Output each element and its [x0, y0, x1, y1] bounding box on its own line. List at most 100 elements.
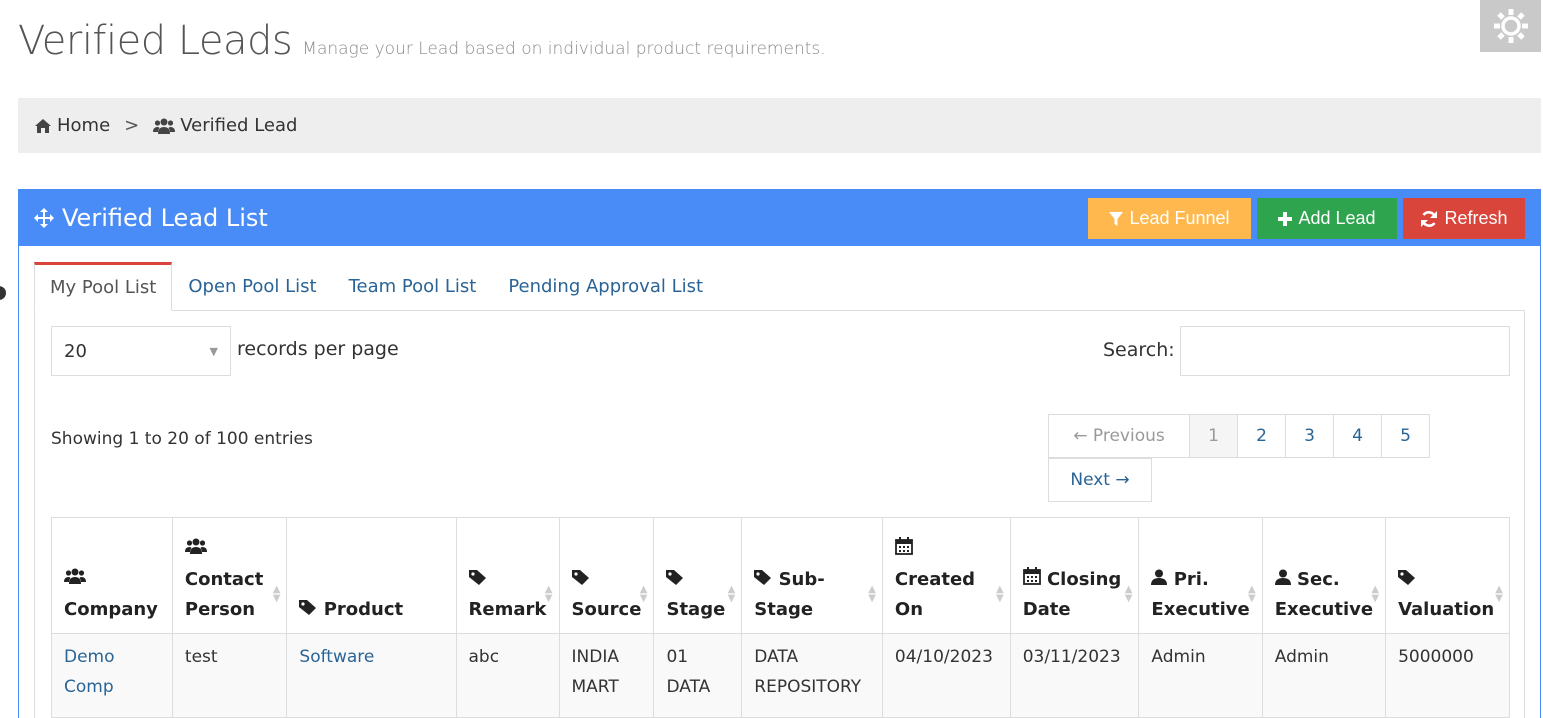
- column-contact-person[interactable]: Contact Person ▲ ▼: [171, 517, 288, 634]
- column-company[interactable]: Company: [51, 517, 173, 634]
- sort-icon: ▲ ▼: [1248, 584, 1256, 604]
- tag-icon: [299, 600, 317, 615]
- records-per-page-label: records per page: [237, 338, 399, 360]
- company-link[interactable]: Demo Comp: [64, 647, 115, 697]
- cell-company[interactable]: Demo Comp: [51, 633, 173, 718]
- breadcrumb-separator: >: [124, 115, 140, 136]
- calendar-icon: [1022, 567, 1041, 585]
- home-icon: [35, 118, 51, 133]
- user-icon: [1151, 569, 1168, 585]
- sort-icon: ▲ ▼: [639, 584, 648, 604]
- breadcrumb-current-label: Verified Lead: [180, 115, 298, 136]
- column-product[interactable]: Product: [286, 517, 457, 634]
- users-icon: [153, 118, 176, 134]
- page-title: Verified Leads: [18, 18, 293, 64]
- table-info: Showing 1 to 20 of 100 entries: [51, 429, 313, 449]
- cell-valuation: 5000000: [1385, 633, 1510, 718]
- column-stage[interactable]: Stage ▲ ▼: [653, 517, 743, 634]
- add-lead-button[interactable]: Add Lead: [1257, 198, 1397, 239]
- column-valuation[interactable]: Valuation ▲ ▼: [1385, 517, 1510, 634]
- search-input[interactable]: [1180, 326, 1510, 376]
- refresh-icon: [1421, 210, 1438, 227]
- calendar-icon: [895, 537, 913, 555]
- page-button-3[interactable]: 3: [1285, 414, 1334, 458]
- users-icon: [184, 538, 207, 554]
- leads-table-wrap: Company Contact Person ▲ ▼ Product Remar…: [51, 517, 1510, 718]
- cell-source: INDIA MART: [558, 633, 655, 718]
- sort-icon: ▲ ▼: [727, 584, 736, 604]
- gear-icon: [1493, 9, 1528, 43]
- lead-funnel-button[interactable]: Lead Funnel: [1088, 198, 1251, 239]
- page-button-1[interactable]: 1: [1189, 414, 1238, 458]
- page-button-5[interactable]: 5: [1381, 414, 1430, 458]
- user-icon: [1274, 569, 1291, 585]
- panel-actions: Lead Funnel Add Lead Refresh: [1088, 198, 1525, 239]
- cell-closing-date: 03/11/2023: [1009, 633, 1140, 718]
- settings-gear-button[interactable]: [1480, 0, 1541, 52]
- tab-pending-approval-list[interactable]: Pending Approval List: [492, 262, 719, 311]
- table-header-row: Company Contact Person ▲ ▼ Product Remar…: [51, 517, 1510, 634]
- previous-page-button[interactable]: ← Previous: [1048, 414, 1190, 458]
- plus-icon: [1278, 211, 1293, 226]
- sort-icon: ▲ ▼: [544, 584, 553, 604]
- sort-icon: ▲ ▼: [1371, 584, 1380, 604]
- column-label: Source: [571, 599, 642, 620]
- tag-icon: [754, 570, 772, 585]
- next-page-button[interactable]: Next →: [1048, 458, 1152, 502]
- sort-icon: ▲ ▼: [1124, 584, 1133, 604]
- chevron-down-icon: ▼: [209, 345, 218, 358]
- cell-remark: abc: [455, 633, 560, 718]
- table-row[interactable]: Demo Comp test Software abc INDIA MART 0…: [51, 633, 1510, 718]
- tag-icon: [468, 570, 486, 585]
- records-per-page-select[interactable]: 20 ▼: [51, 326, 231, 376]
- lead-funnel-label: Lead Funnel: [1129, 208, 1230, 228]
- sort-icon: ▲ ▼: [995, 584, 1004, 604]
- filter-icon: [1109, 211, 1124, 226]
- product-link[interactable]: Software: [299, 647, 374, 667]
- page-subtitle: Manage your Lead based on individual pro…: [302, 39, 826, 59]
- column-label: Valuation: [1398, 599, 1495, 620]
- column-label: Remark: [468, 599, 547, 620]
- tab-my-pool-list[interactable]: My Pool List: [34, 262, 173, 311]
- column-pri-executive[interactable]: Pri. Executive ▲ ▼: [1138, 517, 1263, 634]
- cell-stage: 01 DATA: [653, 633, 743, 718]
- breadcrumb-current: Verified Lead: [153, 115, 297, 136]
- breadcrumb: Home > Verified Lead: [18, 98, 1541, 153]
- side-handle[interactable]: [0, 286, 6, 300]
- column-sub-stage[interactable]: Sub-Stage ▲ ▼: [741, 517, 883, 634]
- column-remark[interactable]: Remark ▲ ▼: [455, 517, 560, 634]
- column-closing-date[interactable]: Closing Date ▲ ▼: [1009, 517, 1140, 634]
- column-sec-executive[interactable]: Sec. Executive ▲ ▼: [1261, 517, 1387, 634]
- verified-lead-panel: Verified Lead List Lead Funnel Add Lead …: [18, 189, 1541, 718]
- column-source[interactable]: Source ▲ ▼: [558, 517, 655, 634]
- column-label: Product: [323, 599, 404, 620]
- pagination: ← Previous 1 2 3 4 5 Next →: [1048, 414, 1508, 502]
- cell-product[interactable]: Software: [286, 633, 457, 718]
- sort-icon: ▲ ▼: [272, 584, 281, 604]
- cell-created-on: 04/10/2023: [881, 633, 1011, 718]
- refresh-button[interactable]: Refresh: [1403, 198, 1525, 239]
- tab-team-pool-list[interactable]: Team Pool List: [333, 262, 493, 311]
- sort-icon: ▲ ▼: [868, 584, 876, 604]
- page-header: Verified Leads Manage your Lead based on…: [18, 18, 826, 64]
- breadcrumb-home[interactable]: Home: [34, 115, 110, 136]
- tab-open-pool-list[interactable]: Open Pool List: [172, 262, 332, 311]
- add-lead-label: Add Lead: [1298, 208, 1376, 228]
- records-per-page-value: 20: [64, 340, 87, 362]
- search-label: Search:: [1103, 339, 1175, 361]
- tag-icon: [1398, 570, 1416, 585]
- move-arrows-icon[interactable]: [34, 208, 54, 228]
- column-label: Pri. Executive: [1151, 569, 1250, 620]
- column-created-on[interactable]: Created On ▲ ▼: [881, 517, 1011, 634]
- users-icon: [64, 568, 86, 584]
- column-label: Stage: [666, 599, 726, 620]
- page-button-4[interactable]: 4: [1333, 414, 1382, 458]
- tab-content: 20 ▼ records per page Search: Showing 1 …: [34, 311, 1525, 718]
- breadcrumb-home-label: Home: [57, 115, 111, 136]
- page-button-2[interactable]: 2: [1237, 414, 1286, 458]
- panel-title-text: Verified Lead List: [62, 204, 268, 232]
- cell-sec-executive: Admin: [1261, 633, 1387, 718]
- refresh-label: Refresh: [1444, 208, 1508, 228]
- sort-icon: ▲ ▼: [1495, 584, 1503, 604]
- cell-pri-executive: Admin: [1138, 633, 1263, 718]
